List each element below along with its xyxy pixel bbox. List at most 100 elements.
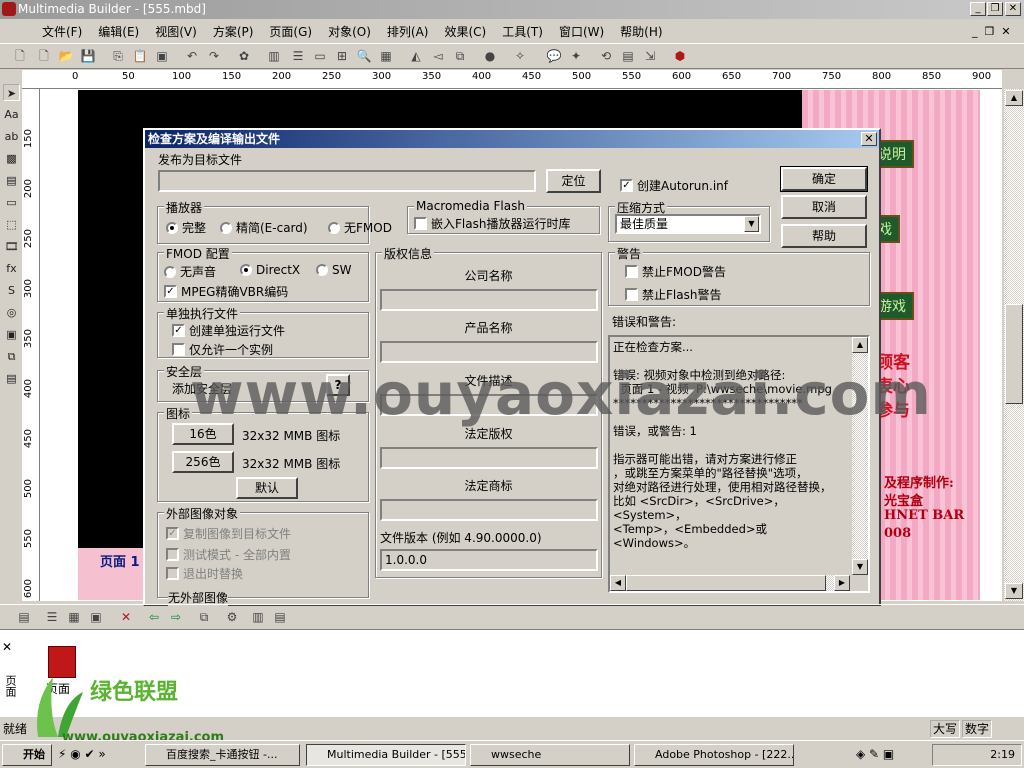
align-icon[interactable]: ▭ (312, 48, 328, 64)
delete-icon[interactable]: ▣ (154, 48, 170, 64)
fmod-sw-radio[interactable]: SW (316, 263, 351, 277)
player-nofmod-radio[interactable]: 无FMOD (328, 219, 392, 236)
help-button[interactable]: 帮助 (781, 224, 867, 248)
menu-tools[interactable]: 工具(T) (494, 23, 551, 40)
stop-icon[interactable]: ● (482, 48, 498, 64)
scroll-down-icon[interactable]: ▼ (852, 559, 868, 575)
fmod-nosound-radio[interactable]: 无声音 (164, 263, 216, 280)
menu-file[interactable]: 文件(F) (34, 23, 90, 40)
rectangle-tool-icon[interactable]: ▭ (3, 194, 20, 211)
menu-page[interactable]: 页面(G) (261, 23, 320, 40)
scroll-up-icon[interactable]: ▲ (852, 337, 868, 353)
save-icon[interactable]: 💾 (80, 48, 96, 64)
text-tool-icon[interactable]: Aa (3, 106, 20, 123)
icon-256-button[interactable]: 256色 (172, 451, 234, 473)
compile-icon[interactable]: ⬢ (672, 48, 688, 64)
menu-effects[interactable]: 效果(C) (436, 23, 494, 40)
task-folder[interactable]: wwseche (470, 744, 630, 766)
fmod-directx-radio[interactable]: DirectX (240, 263, 300, 277)
task-photoshop[interactable]: Adobe Photoshop - [222... (634, 744, 794, 766)
pointer-tool-icon[interactable]: ➤ (3, 84, 20, 101)
center-icon[interactable]: ⊞ (334, 48, 350, 64)
scroll-down-icon[interactable]: ▼ (1005, 583, 1023, 599)
menu-object[interactable]: 对象(O) (320, 23, 379, 40)
mdi-controls[interactable]: _ ❐ ✕ (972, 25, 1011, 38)
disable-flash-warning-checkbox[interactable]: 禁止Flash警告 (625, 286, 721, 303)
export-icon[interactable]: ⇲ (642, 48, 658, 64)
clock[interactable]: 2:19 (990, 748, 1015, 761)
menu-project[interactable]: 方案(P) (205, 23, 262, 40)
flip-icon[interactable]: ◭ (408, 48, 424, 64)
menu-tool-icon[interactable]: ▤ (3, 370, 20, 387)
snap-grid-icon[interactable]: ▦ (378, 48, 394, 64)
project-icon[interactable]: ✿ (236, 48, 252, 64)
page-details-icon[interactable]: ▦ (66, 609, 82, 625)
script-tool-icon[interactable]: fx (3, 260, 20, 277)
create-standalone-checkbox[interactable]: ✓ 创建单独运行文件 (172, 322, 285, 339)
menu-window[interactable]: 窗口(W) (551, 23, 612, 40)
autorun-checkbox[interactable]: ✓ 创建Autorun.inf (620, 177, 728, 194)
panel-tool-icon[interactable]: ▤ (3, 172, 20, 189)
wand-icon[interactable]: ✧ (512, 48, 528, 64)
chevron-down-icon[interactable]: ▼ (744, 216, 759, 232)
scroll-up-icon[interactable]: ▲ (1005, 90, 1023, 106)
restore-button[interactable]: ❐ (987, 2, 1003, 16)
page-prev-icon[interactable]: ⇦ (146, 609, 162, 625)
mpeg-vbr-checkbox[interactable]: ✓ MPEG精确VBR编码 (164, 283, 288, 300)
html-tool-icon[interactable]: ▣ (3, 326, 20, 343)
page-delete-icon[interactable]: ✕ (118, 609, 134, 625)
version-input[interactable]: 1.0.0.0 (380, 549, 598, 571)
copy-icon[interactable]: ⎘ (110, 48, 126, 64)
task-multimedia-builder[interactable]: Multimedia Builder - [555... (306, 744, 466, 766)
redo-icon[interactable]: ↷ (206, 48, 222, 64)
company-input[interactable] (380, 289, 598, 311)
task-baidu[interactable]: 百度搜索_卡通按钮 -... (145, 744, 300, 766)
new-icon[interactable]: 🗋 (12, 48, 28, 64)
scroll-right-icon[interactable]: ▶ (834, 575, 850, 591)
mirror-icon[interactable]: ◅ (430, 48, 446, 64)
single-instance-checkbox[interactable]: 仅允许一个实例 (172, 341, 273, 358)
open-icon[interactable]: 📂 (58, 48, 74, 64)
menu-arrange[interactable]: 排列(A) (379, 23, 437, 40)
page-align-icon[interactable]: ▥ (250, 609, 266, 625)
page-order-icon[interactable]: ▤ (272, 609, 288, 625)
document-icon[interactable]: ▤ (620, 48, 636, 64)
canvas-vertical-scrollbar[interactable]: ▲ ▼ (1004, 89, 1024, 601)
layer-icon[interactable]: ⧉ (452, 48, 468, 64)
cd-tool-icon[interactable]: ◎ (3, 304, 20, 321)
list-icon[interactable]: ☰ (290, 48, 306, 64)
paste-icon[interactable]: 📋 (132, 48, 148, 64)
page-next-icon[interactable]: ⇨ (168, 609, 184, 625)
panel-close-icon[interactable]: ✕ (2, 640, 12, 654)
new-template-icon[interactable]: 🗋 (36, 48, 52, 64)
scroll-thumb[interactable] (626, 575, 826, 591)
label-tool-icon[interactable]: ab (3, 128, 20, 145)
dialog-close-button[interactable]: ✕ (861, 132, 877, 146)
plugin-tool-icon[interactable]: ⧉ (3, 348, 20, 365)
cancel-button[interactable]: 取消 (781, 195, 867, 219)
bitmap-tool-icon[interactable]: ▩ (3, 150, 20, 167)
disable-fmod-warning-checkbox[interactable]: 禁止FMOD警告 (625, 263, 726, 280)
icon-default-button[interactable]: 默认 (236, 477, 298, 499)
menu-edit[interactable]: 编辑(E) (90, 23, 147, 40)
tray-icons[interactable]: ◈ ✎ ▣ (856, 747, 894, 761)
embed-flash-checkbox[interactable]: 嵌入Flash播放器运行时库 (414, 215, 570, 232)
page-settings-icon[interactable]: ⚙ (224, 609, 240, 625)
grid-icon[interactable]: ▥ (266, 48, 282, 64)
player-lite-radio[interactable]: 精简(E-card) (220, 219, 308, 236)
ok-button[interactable]: 确定 (780, 166, 868, 192)
target-file-input[interactable] (158, 170, 536, 192)
page-list-icon[interactable]: ☰ (44, 609, 60, 625)
log-horizontal-scrollbar[interactable]: ◀ ▶ (610, 575, 850, 591)
video-tool-icon[interactable]: 🎞 (3, 238, 20, 255)
copyright-input[interactable] (380, 447, 598, 469)
player-full-radio[interactable]: 完整 (166, 219, 206, 236)
start-button[interactable]: 开始 (2, 744, 52, 766)
tooltip-icon[interactable]: 💬 (546, 48, 562, 64)
scroll-left-icon[interactable]: ◀ (610, 575, 626, 591)
script-icon[interactable]: ⟲ (598, 48, 614, 64)
trademark-input[interactable] (380, 499, 598, 521)
page-copy-icon[interactable]: ⧉ (196, 609, 212, 625)
close-button[interactable]: ✕ (1005, 2, 1021, 16)
page-add-icon[interactable]: ▤ (16, 609, 32, 625)
